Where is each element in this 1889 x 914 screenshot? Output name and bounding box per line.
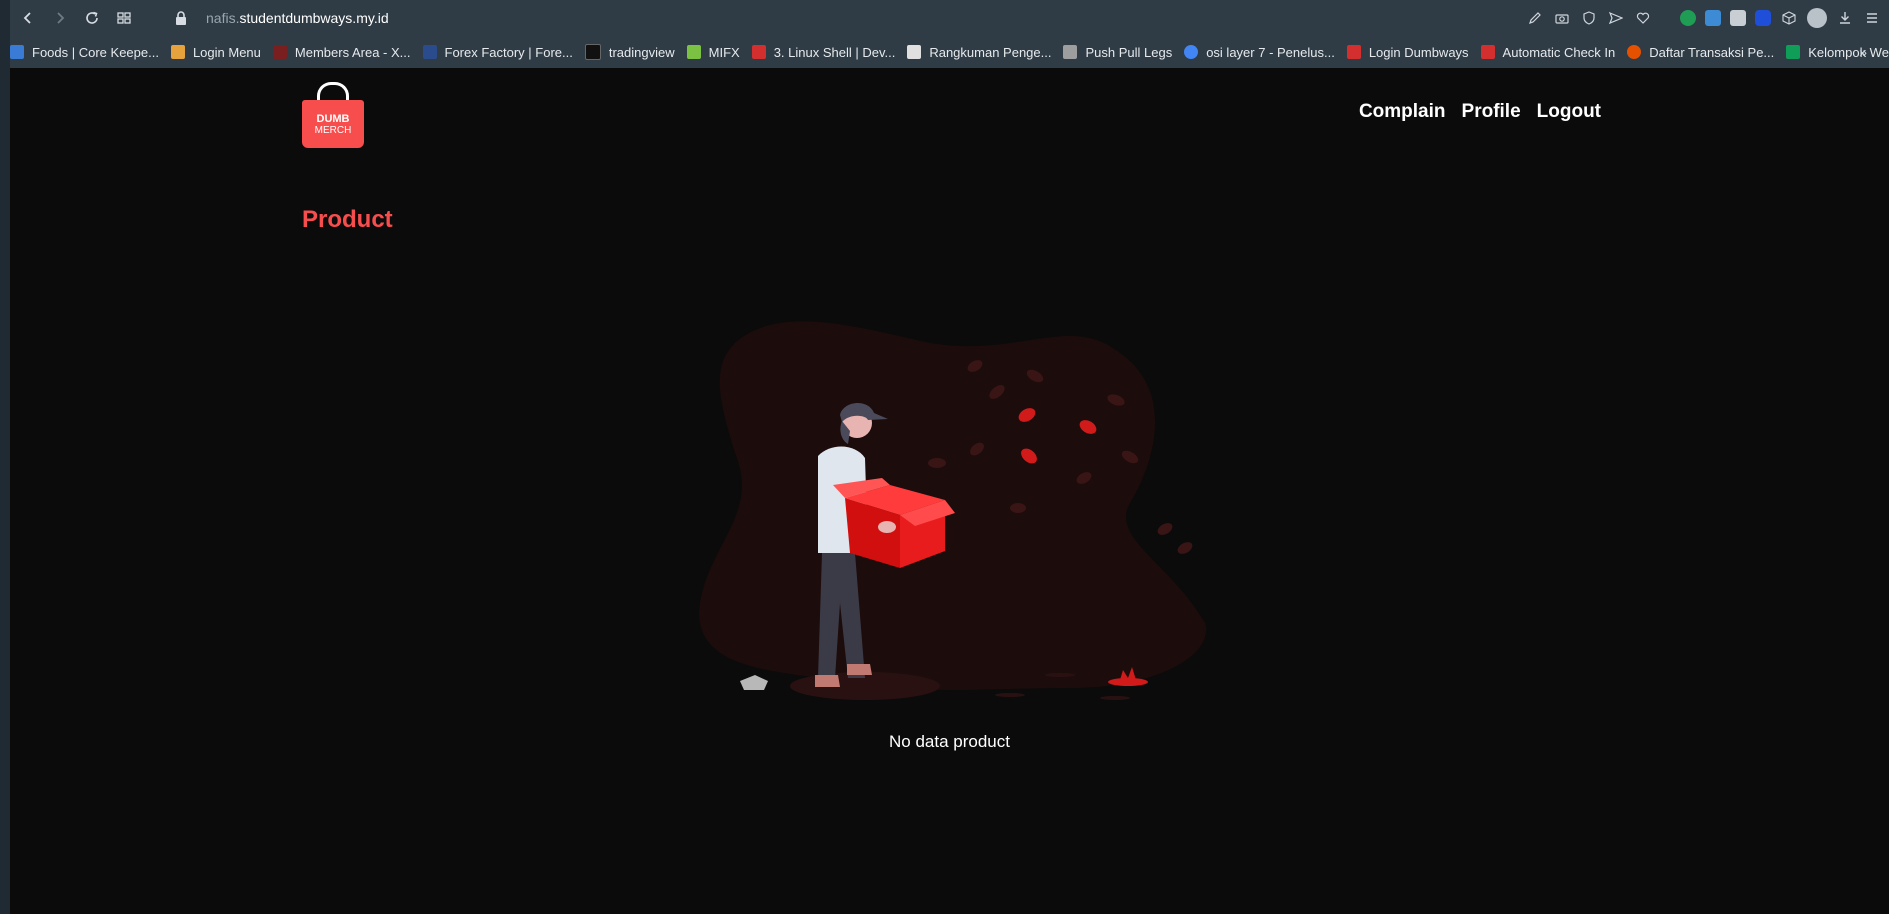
bookmark-label: Foods | Core Keepe... [32,44,159,60]
extension-wallet-icon[interactable] [1755,10,1771,26]
url-host: studentdumbways.my.id [239,10,389,26]
bookmark-icon [10,45,24,59]
bag-body: DUMB MERCH [302,100,364,148]
window-edge [0,0,10,914]
bookmark-label: osi layer 7 - Penelus... [1206,44,1335,60]
extension-camera-icon[interactable] [1730,10,1746,26]
heart-icon[interactable] [1634,9,1652,27]
bookmark-item[interactable]: Login Menu [170,44,261,60]
bookmark-icon [1480,45,1495,59]
bookmark-item[interactable]: Daftar Transaksi Pe... [1627,45,1774,60]
bookmark-label: Login Dumbways [1368,44,1469,60]
extension-green-icon[interactable] [1680,10,1696,26]
empty-box-illustration [699,321,1207,700]
bookmark-item[interactable]: Foods | Core Keepe... [10,45,159,60]
bookmark-label: Rangkuman Penge... [929,44,1052,60]
page-content: DUMB MERCH Complain Profile Logout Produ… [10,68,1889,914]
bookmark-item[interactable]: osi layer 7 - Penelus... [1184,45,1335,60]
lock-icon[interactable] [174,11,188,25]
bookmark-icon [1184,45,1199,59]
edit-icon[interactable] [1526,9,1544,27]
bookmark-icon [170,45,185,59]
bookmark-item[interactable]: Members Area - X... [272,44,411,60]
address-bar[interactable]: nafis.studentdumbways.my.id [206,10,389,26]
bookmark-label: Forex Factory | Fore... [444,44,573,60]
send-icon[interactable] [1607,9,1625,27]
bookmark-icon [907,45,922,59]
bookmark-label: 3. Linux Shell | Dev... [773,44,896,60]
bookmark-icon [272,45,287,59]
bookmark-icon [1346,45,1361,59]
bookmarks-bar: Foods | Core Keepe... Login Menu Members… [10,36,1889,68]
url-prefix: nafis. [206,10,240,26]
profile-avatar-icon[interactable] [1807,8,1827,28]
bookmark-item[interactable]: Automatic Check In [1480,44,1616,60]
bookmark-label: Login Menu [192,44,261,60]
cube-icon[interactable] [1780,9,1798,27]
empty-state-message: No data product [889,732,1010,751]
nav-profile-link[interactable]: Profile [1462,101,1521,123]
bookmark-icon [686,45,701,59]
bookmark-icon [584,44,601,60]
camera-icon[interactable] [1553,9,1571,27]
toolbar-actions [1526,0,1881,36]
bookmark-icon [751,45,766,59]
logo-text-line2: MERCH [314,124,352,136]
bookmark-item[interactable]: Login Dumbways [1346,44,1469,60]
bookmark-label: Members Area - X... [294,44,411,60]
bookmark-label: Daftar Transaksi Pe... [1649,44,1775,60]
nav-logout-link[interactable]: Logout [1537,101,1601,123]
bookmark-icon [1786,45,1801,59]
dumbmerch-logo[interactable]: DUMB MERCH [302,80,364,150]
bookmark-label: MIFX [708,44,740,60]
extension-blue-icon[interactable] [1705,10,1721,26]
bookmark-icon [422,45,437,59]
shield-icon[interactable] [1580,9,1598,27]
logo-text-line1: DUMB [316,112,350,125]
bookmark-icon [1063,45,1078,59]
bookmark-item[interactable]: Rangkuman Penge... [907,45,1051,60]
main-nav: Complain Profile Logout [1359,101,1601,123]
menu-icon[interactable] [1863,9,1881,27]
forward-icon[interactable] [46,4,74,32]
download-icon[interactable] [1836,9,1854,27]
bookmark-label: Push Pull Legs [1085,44,1173,60]
bookmark-item[interactable]: Push Pull Legs [1063,45,1172,60]
bookmark-item[interactable]: MIFX [686,44,740,60]
bookmark-item[interactable]: Kelompok Week 2 -... [1786,45,1889,60]
bookmark-item[interactable]: tradingview [584,44,675,60]
reload-icon[interactable] [78,4,106,32]
bookmark-icon [1627,45,1642,59]
bookmarks-overflow-icon[interactable]: » [1859,36,1867,68]
nav-complain-link[interactable]: Complain [1359,101,1446,123]
page-title: Product [302,206,393,233]
bookmark-label: Automatic Check In [1502,44,1616,60]
bookmark-item[interactable]: 3. Linux Shell | Dev... [751,44,896,60]
bookmark-label: Kelompok Week 2 -... [1808,44,1889,60]
browser-toolbar: nafis.studentdumbways.my.id [10,0,1889,36]
bookmark-item[interactable]: Forex Factory | Fore... [422,44,573,60]
tabs-grid-icon[interactable] [110,4,138,32]
back-icon[interactable] [14,4,42,32]
bookmark-label: tradingview [608,44,675,60]
